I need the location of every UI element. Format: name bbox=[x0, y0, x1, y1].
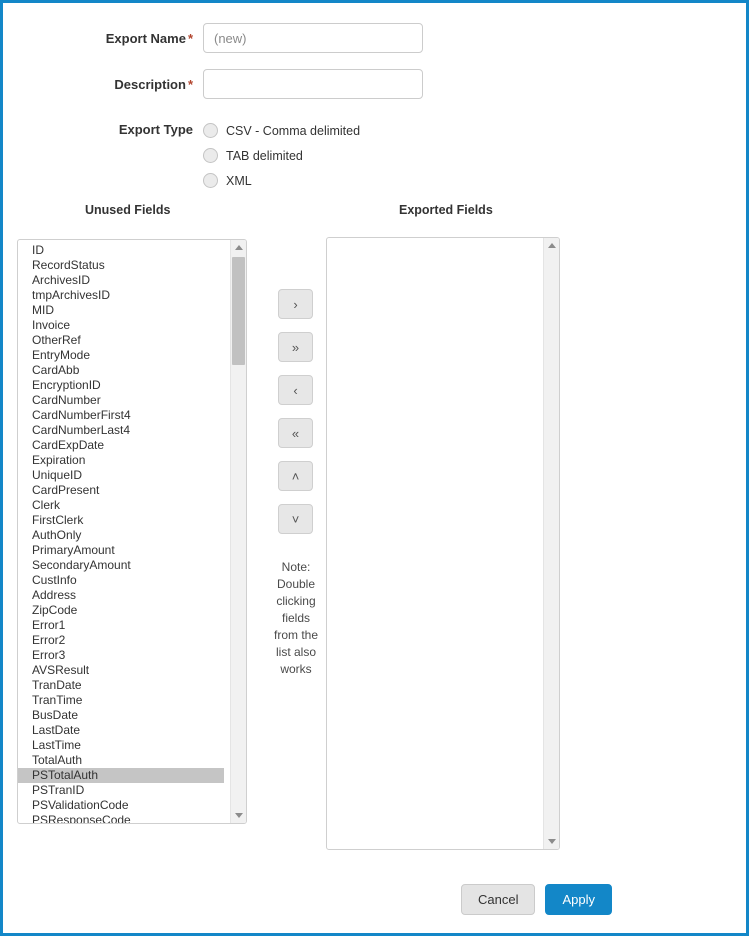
radio-option-xml[interactable]: XML bbox=[203, 168, 360, 193]
required-asterisk: * bbox=[187, 76, 193, 92]
scroll-up-icon[interactable] bbox=[231, 240, 246, 255]
list-item[interactable]: tmpArchivesID bbox=[32, 288, 224, 303]
unused-fields-heading: Unused Fields bbox=[85, 203, 171, 217]
scrollbar-thumb[interactable] bbox=[232, 257, 245, 365]
exported-fields-listbox[interactable] bbox=[326, 237, 560, 850]
description-label-text: Description bbox=[114, 76, 186, 92]
list-item[interactable]: SecondaryAmount bbox=[32, 558, 224, 573]
list-item[interactable]: Error1 bbox=[32, 618, 224, 633]
unused-fields-scrollbar[interactable] bbox=[230, 240, 246, 823]
dialog-footer: Cancel Apply bbox=[3, 884, 749, 915]
radio-option-tab[interactable]: TAB delimited bbox=[203, 143, 360, 168]
radio-icon bbox=[203, 148, 218, 163]
list-item[interactable]: CardNumberLast4 bbox=[32, 423, 224, 438]
list-item[interactable]: UniqueID bbox=[32, 468, 224, 483]
export-name-label-text: Export Name bbox=[105, 30, 186, 46]
list-item[interactable]: CardNumber bbox=[32, 393, 224, 408]
apply-button[interactable]: Apply bbox=[545, 884, 612, 915]
list-item[interactable]: ArchivesID bbox=[32, 273, 224, 288]
transfer-button-column: › » ‹ « ˄ ˅ bbox=[278, 289, 313, 534]
list-item[interactable]: Address bbox=[32, 588, 224, 603]
cancel-button[interactable]: Cancel bbox=[461, 884, 536, 915]
required-asterisk: * bbox=[187, 30, 193, 46]
list-item[interactable]: LastTime bbox=[32, 738, 224, 753]
list-item[interactable]: AVSResult bbox=[32, 663, 224, 678]
scroll-down-icon[interactable] bbox=[544, 834, 559, 849]
exported-fields-heading: Exported Fields bbox=[399, 203, 493, 217]
description-row: Description * bbox=[3, 69, 423, 99]
list-item[interactable]: Clerk bbox=[32, 498, 224, 513]
list-item[interactable]: PSResponseCode bbox=[32, 813, 224, 823]
chevron-down-icon: ˅ bbox=[291, 511, 300, 527]
list-item[interactable]: CardPresent bbox=[32, 483, 224, 498]
export-name-input[interactable] bbox=[203, 23, 423, 53]
export-name-row: Export Name * bbox=[3, 23, 423, 53]
list-item[interactable]: OtherRef bbox=[32, 333, 224, 348]
list-item[interactable]: FirstClerk bbox=[32, 513, 224, 528]
list-item[interactable]: RecordStatus bbox=[32, 258, 224, 273]
radio-label-xml: XML bbox=[226, 173, 252, 188]
unused-fields-items[interactable]: ID RecordStatus ArchivesID tmpArchivesID MID… bbox=[18, 243, 224, 823]
list-item[interactable]: PrimaryAmount bbox=[32, 543, 224, 558]
export-configuration-dialog: Export Name* Description* Export Type CS… bbox=[0, 0, 749, 936]
chevron-double-right-icon: » bbox=[291, 339, 300, 355]
export-type-radio-group: CSV - Comma delimited TAB delimited XML bbox=[203, 118, 360, 193]
export-type-label: Export Type bbox=[118, 122, 193, 137]
exported-fields-scrollbar[interactable] bbox=[543, 238, 559, 849]
chevron-double-left-icon: « bbox=[291, 425, 300, 441]
list-item[interactable]: TotalAuth bbox=[32, 753, 224, 768]
scroll-down-icon[interactable] bbox=[231, 808, 246, 823]
move-down-button[interactable]: ˅ bbox=[278, 504, 313, 534]
list-item[interactable]: ZipCode bbox=[32, 603, 224, 618]
list-item[interactable]: AuthOnly bbox=[32, 528, 224, 543]
list-item[interactable]: Expiration bbox=[32, 453, 224, 468]
list-item[interactable]: CardAbb bbox=[32, 363, 224, 378]
list-item[interactable]: PSTranID bbox=[32, 783, 224, 798]
list-item[interactable]: CustInfo bbox=[32, 573, 224, 588]
list-item[interactable]: TranDate bbox=[32, 678, 224, 693]
list-item[interactable]: Error3 bbox=[32, 648, 224, 663]
chevron-right-icon: › bbox=[293, 296, 298, 312]
list-item[interactable]: TranTime bbox=[32, 693, 224, 708]
export-name-label: Export Name * bbox=[3, 31, 203, 46]
list-item[interactable]: MID bbox=[32, 303, 224, 318]
list-item[interactable]: PSTotalAuth bbox=[18, 768, 224, 783]
move-up-button[interactable]: ˄ bbox=[278, 461, 313, 491]
export-type-row: Export Type CSV - Comma delimited TAB de… bbox=[3, 118, 360, 193]
description-input[interactable] bbox=[203, 69, 423, 99]
list-item[interactable]: CardNumberFirst4 bbox=[32, 408, 224, 423]
move-right-button[interactable]: › bbox=[278, 289, 313, 319]
list-item[interactable]: PSValidationCode bbox=[32, 798, 224, 813]
list-item[interactable]: ID bbox=[32, 243, 224, 258]
list-item[interactable]: BusDate bbox=[32, 708, 224, 723]
exported-fields-items[interactable] bbox=[327, 241, 537, 849]
description-label: Description * bbox=[3, 77, 203, 92]
chevron-up-icon: ˄ bbox=[291, 468, 300, 484]
scroll-up-icon[interactable] bbox=[544, 238, 559, 253]
unused-fields-listbox[interactable]: ID RecordStatus ArchivesID tmpArchivesID MID… bbox=[17, 239, 247, 824]
radio-option-csv[interactable]: CSV - Comma delimited bbox=[203, 118, 360, 143]
list-item[interactable]: LastDate bbox=[32, 723, 224, 738]
move-all-right-button[interactable]: » bbox=[278, 332, 313, 362]
list-item[interactable]: Error2 bbox=[32, 633, 224, 648]
move-all-left-button[interactable]: « bbox=[278, 418, 313, 448]
radio-icon bbox=[203, 173, 218, 188]
list-item[interactable]: EntryMode bbox=[32, 348, 224, 363]
chevron-left-icon: ‹ bbox=[293, 382, 298, 398]
move-left-button[interactable]: ‹ bbox=[278, 375, 313, 405]
double-click-note: Note: Double clicking fields from the li… bbox=[273, 560, 318, 676]
list-item[interactable]: Invoice bbox=[32, 318, 224, 333]
radio-label-csv: CSV - Comma delimited bbox=[226, 123, 361, 138]
list-item[interactable]: CardExpDate bbox=[32, 438, 224, 453]
radio-label-tab: TAB delimited bbox=[226, 148, 303, 163]
list-item[interactable]: EncryptionID bbox=[32, 378, 224, 393]
radio-icon bbox=[203, 123, 218, 138]
